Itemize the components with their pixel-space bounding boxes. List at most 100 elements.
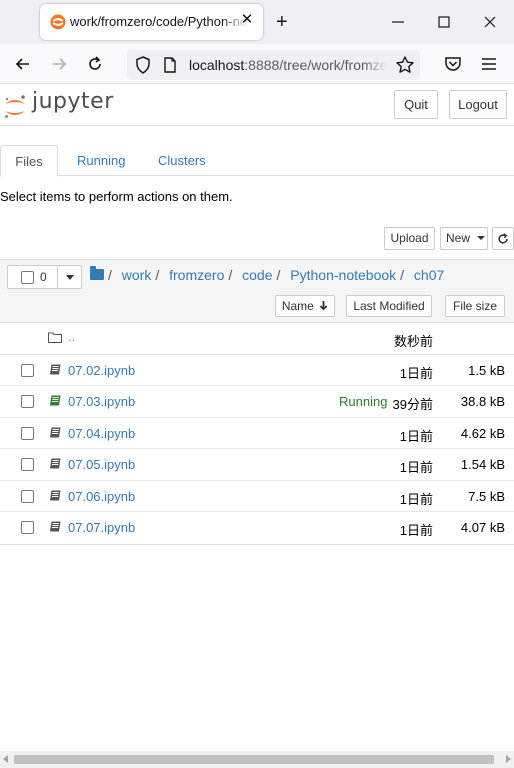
refresh-icon xyxy=(498,233,508,244)
file-list-header: 0 / work / fromzero / code / Python-noteboo… xyxy=(0,260,514,323)
sort-by-modified-button[interactable]: Last Modified xyxy=(346,295,432,317)
list-item[interactable]: 07.05.ipynb 1日前 1.54 kB xyxy=(0,449,514,481)
notebook-running-icon xyxy=(50,395,61,406)
browser-titlebar: work/fromzero/code/Python-notebook/ch07/… xyxy=(0,0,514,44)
row-checkbox[interactable] xyxy=(21,458,34,471)
select-dropdown-caret-icon[interactable] xyxy=(66,275,74,280)
breadcrumb-separator: / xyxy=(400,267,405,283)
breadcrumb-python-notebook[interactable]: Python-notebook xyxy=(290,267,396,283)
parent-modified: 数秒前 xyxy=(393,334,433,349)
file-modified: 1日前 xyxy=(399,428,433,444)
list-item[interactable]: 07.04.ipynb 1日前 4.62 kB xyxy=(0,418,514,449)
window-close-icon[interactable] xyxy=(480,12,500,32)
file-name-link[interactable]: 07.03.ipynb xyxy=(68,394,135,409)
maximize-icon[interactable] xyxy=(434,12,454,32)
url-bar[interactable]: localhost:8888/tree/work/fromzero/code/P… xyxy=(127,50,420,80)
file-modified: 1日前 xyxy=(399,523,433,538)
sort-by-size-button[interactable]: File size xyxy=(445,295,505,317)
breadcrumb-separator: / xyxy=(155,267,160,283)
file-name-link[interactable]: 07.06.ipynb xyxy=(68,489,135,504)
selector-divider xyxy=(57,266,58,288)
jupyter-logo-text: jupyter xyxy=(32,89,114,114)
jupyter-logo-icon xyxy=(4,95,25,119)
new-dropdown-button[interactable]: New xyxy=(440,227,488,250)
jupyter-logo[interactable]: jupyter xyxy=(2,89,114,120)
list-item[interactable]: 07.02.ipynb 1日前 1.5 kB xyxy=(0,355,514,386)
caret-down-icon xyxy=(477,236,486,240)
refresh-button[interactable] xyxy=(492,227,514,250)
file-size: 4.62 kB xyxy=(460,425,505,441)
scroll-right-arrow-icon[interactable] xyxy=(506,755,511,763)
breadcrumb-fromzero[interactable]: fromzero xyxy=(169,267,224,283)
new-tab-button[interactable]: + xyxy=(276,12,288,32)
file-modified: 1日前 xyxy=(399,491,433,507)
quit-button[interactable]: Quit xyxy=(394,90,438,119)
browser-tab[interactable]: work/fromzero/code/Python-notebook/ch07/… xyxy=(40,4,263,40)
scroll-left-arrow-icon[interactable] xyxy=(3,755,8,763)
tab-clusters[interactable]: Clusters xyxy=(158,145,206,176)
file-name-link[interactable]: 07.05.ipynb xyxy=(68,457,135,472)
notebook-icon xyxy=(50,427,61,437)
notebook-icon xyxy=(50,521,61,532)
arrow-down-icon xyxy=(319,301,328,311)
file-modified: 1日前 xyxy=(399,365,433,381)
page-info-icon[interactable] xyxy=(162,56,178,74)
select-all-checkbox[interactable] xyxy=(21,271,34,284)
new-label: New xyxy=(446,231,471,245)
row-checkbox[interactable] xyxy=(21,489,34,503)
url-path: :8888/tree/work/fromzero/code/Python-not… xyxy=(244,57,387,73)
file-size: 1.5 kB xyxy=(468,362,505,378)
minimize-icon[interactable] xyxy=(388,12,408,32)
url-host: localhost xyxy=(189,57,245,73)
row-checkbox[interactable] xyxy=(21,395,34,408)
file-modified: 39分前 xyxy=(392,397,433,412)
file-list: 0 / work / fromzero / code / Python-noteboo… xyxy=(0,259,514,545)
file-size: 1.54 kB xyxy=(460,457,505,472)
horizontal-scrollbar[interactable] xyxy=(0,751,514,768)
tab-title: work/fromzero/code/Python-notebook/ch07/ xyxy=(70,14,248,29)
folder-icon[interactable] xyxy=(90,266,104,280)
file-size: 38.8 kB xyxy=(460,394,505,409)
row-checkbox[interactable] xyxy=(21,521,34,534)
list-item[interactable]: 07.03.ipynb Running 39分前 38.8 kB xyxy=(0,386,514,418)
breadcrumb-separator: / xyxy=(276,267,281,283)
file-name-link[interactable]: 07.02.ipynb xyxy=(68,363,135,378)
instructions-text: Select items to perform actions on them. xyxy=(0,189,233,204)
selected-count: 0 xyxy=(40,270,47,284)
row-checkbox[interactable] xyxy=(21,363,34,377)
select-all-control[interactable]: 0 xyxy=(7,265,82,289)
list-item[interactable]: 07.06.ipynb 1日前 7.5 kB xyxy=(0,481,514,512)
reload-icon[interactable] xyxy=(85,54,105,74)
tab-close-icon[interactable]: ✕ xyxy=(239,12,255,28)
file-name-link[interactable]: 07.07.ipynb xyxy=(68,520,135,535)
parent-directory-link[interactable]: .. xyxy=(68,329,75,344)
breadcrumb-separator: / xyxy=(108,267,112,283)
breadcrumb-ch07[interactable]: ch07 xyxy=(414,267,444,283)
hamburger-menu-icon[interactable] xyxy=(479,54,499,74)
sort-name-label: Name xyxy=(281,299,314,313)
shield-icon[interactable] xyxy=(134,55,152,75)
bookmark-star-icon[interactable] xyxy=(395,55,415,75)
file-name-link[interactable]: 07.04.ipynb xyxy=(68,426,135,441)
file-size: 7.5 kB xyxy=(468,488,505,504)
sort-by-name-button[interactable]: Name xyxy=(275,295,335,317)
notebook-icon xyxy=(50,490,61,500)
upload-button[interactable]: Upload xyxy=(384,227,435,250)
row-checkbox[interactable] xyxy=(21,426,34,440)
breadcrumb-separator: / xyxy=(228,267,233,283)
pocket-icon[interactable] xyxy=(443,54,463,74)
back-icon[interactable] xyxy=(13,54,33,74)
scrollbar-thumb[interactable] xyxy=(14,755,494,764)
breadcrumb-code[interactable]: code xyxy=(242,267,272,283)
tab-files[interactable]: Files xyxy=(0,145,58,177)
jupyter-favicon-icon xyxy=(50,14,66,30)
tab-running[interactable]: Running xyxy=(77,145,125,176)
breadcrumb-work[interactable]: work xyxy=(122,267,152,283)
parent-directory-row[interactable]: .. 数秒前 xyxy=(0,323,514,355)
browser-navbar: localhost:8888/tree/work/fromzero/code/P… xyxy=(0,44,514,84)
url-text[interactable]: localhost:8888/tree/work/fromzero/code/P… xyxy=(189,57,387,73)
list-item[interactable]: 07.07.ipynb 1日前 4.07 kB xyxy=(0,512,514,544)
dashboard-tabs: Files Running Clusters xyxy=(0,145,514,177)
forward-icon[interactable] xyxy=(49,54,69,74)
logout-button[interactable]: Logout xyxy=(449,90,507,119)
